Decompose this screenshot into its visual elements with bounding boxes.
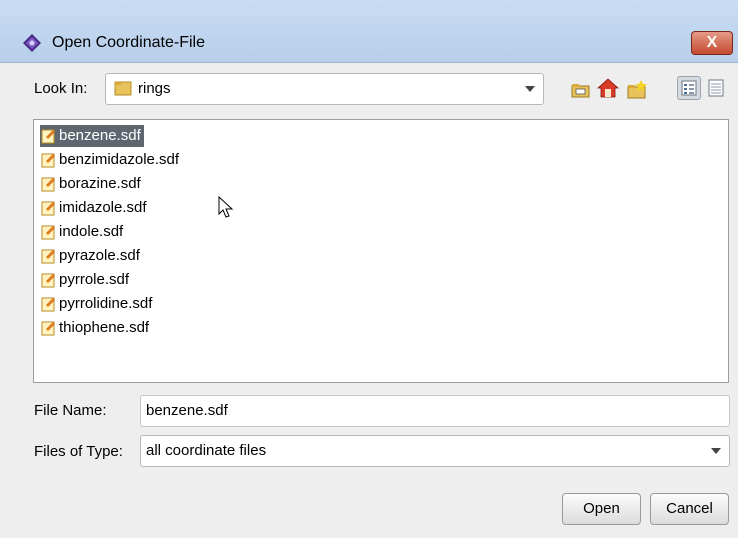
file-type-value: all coordinate files [146, 442, 267, 459]
file-name-value: benzene.sdf [146, 402, 228, 419]
file-item-borazine[interactable]: borazine.sdf [40, 173, 141, 195]
file-item-imidazole[interactable]: imidazole.sdf [40, 197, 147, 219]
look-in-combo[interactable]: rings [105, 73, 544, 105]
file-icon [41, 297, 55, 312]
file-item-benzimidazole[interactable]: benzimidazole.sdf [40, 149, 179, 171]
dialog-title: Open Coordinate-File [52, 34, 205, 51]
file-item-thiophene[interactable]: thiophene.sdf [40, 317, 149, 339]
folder-icon [114, 81, 132, 96]
mouse-pointer-icon [218, 196, 234, 218]
file-name: pyrrolidine.sdf [59, 295, 153, 312]
file-icon [41, 153, 55, 168]
home-icon[interactable] [597, 77, 619, 99]
chevron-down-icon [525, 86, 535, 92]
file-name: pyrrole.sdf [59, 271, 130, 288]
open-file-dialog: Open Coordinate-File X Look In: rings be… [0, 0, 738, 538]
list-view-icon[interactable] [677, 76, 701, 100]
file-icon [41, 225, 55, 240]
file-name: benzimidazole.sdf [59, 151, 180, 168]
details-view-icon[interactable] [705, 77, 727, 99]
file-list[interactable]: benzene.sdf benzimidazole.sdf borazine.s… [33, 119, 729, 383]
close-button[interactable]: X [691, 31, 733, 55]
file-icon [41, 273, 55, 288]
app-diamond-icon [23, 34, 41, 52]
file-icon [41, 249, 55, 264]
file-name-label: File Name: [34, 402, 107, 419]
file-icon [41, 201, 55, 216]
file-item-pyrrolidine[interactable]: pyrrolidine.sdf [40, 293, 152, 315]
file-item-benzene[interactable]: benzene.sdf [40, 125, 144, 147]
file-icon [41, 321, 55, 336]
file-item-pyrazole[interactable]: pyrazole.sdf [40, 245, 140, 267]
cancel-button[interactable]: Cancel [650, 493, 729, 525]
file-name: thiophene.sdf [59, 319, 150, 336]
file-type-combo[interactable]: all coordinate files [140, 435, 730, 467]
look-in-value: rings [138, 80, 171, 97]
file-name: indole.sdf [59, 223, 124, 240]
file-item-pyrrole[interactable]: pyrrole.sdf [40, 269, 129, 291]
chevron-down-icon [711, 448, 721, 454]
title-bar[interactable]: Open Coordinate-File X [0, 0, 738, 63]
new-folder-icon[interactable] [626, 79, 648, 101]
file-icon [41, 177, 55, 192]
file-name: pyrazole.sdf [59, 247, 140, 264]
file-name: imidazole.sdf [59, 199, 147, 216]
file-item-indole[interactable]: indole.sdf [40, 221, 123, 243]
file-name: benzene.sdf [59, 127, 141, 144]
file-name-field[interactable]: benzene.sdf [140, 395, 730, 427]
up-folder-icon[interactable] [570, 79, 592, 101]
file-name: borazine.sdf [59, 175, 141, 192]
file-icon [41, 129, 55, 144]
look-in-label: Look In: [34, 80, 88, 97]
open-button[interactable]: Open [562, 493, 641, 525]
file-type-label: Files of Type: [34, 443, 123, 460]
